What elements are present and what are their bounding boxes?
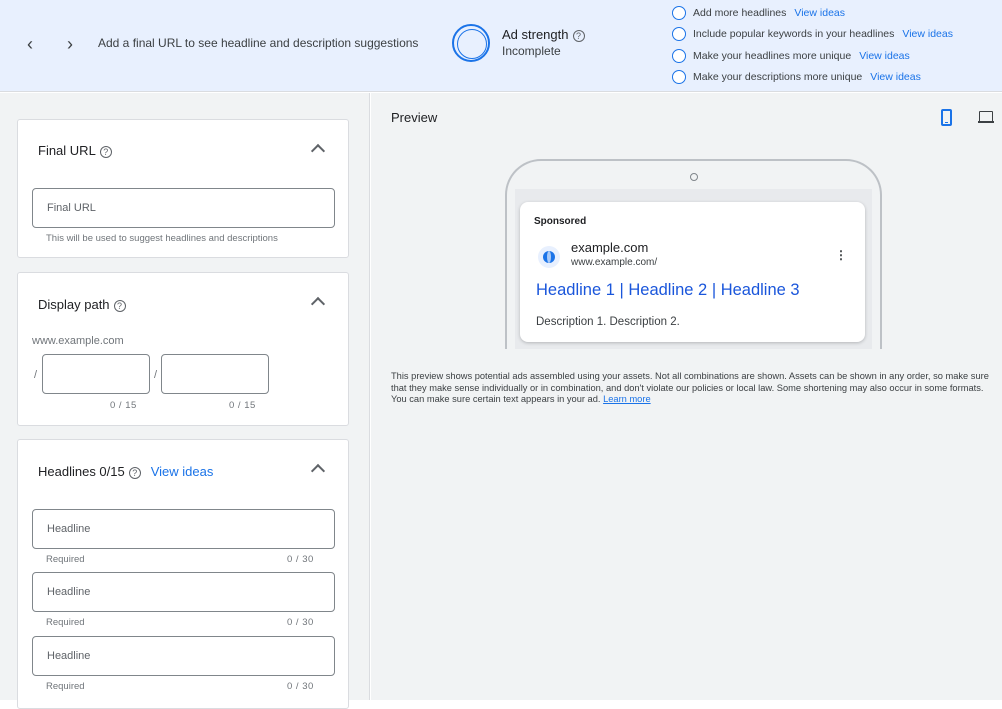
sponsored-label: Sponsored <box>534 216 587 227</box>
ad-strength-title: Ad strength? <box>502 27 585 42</box>
globe-icon <box>538 246 560 268</box>
view-ideas-link[interactable]: View ideas <box>859 50 910 62</box>
preview-pane: Preview Sponsored example.com www.exampl… <box>371 93 1002 700</box>
phone-screen: Sponsored example.com www.example.com/ ⋮… <box>515 189 872 349</box>
forward-arrow-icon[interactable]: › <box>62 34 78 54</box>
help-icon[interactable]: ? <box>572 29 585 42</box>
path1-counter: 0 / 15 <box>110 400 137 411</box>
help-icon[interactable]: ? <box>113 299 126 312</box>
suggestion-message: Add a final URL to see headline and desc… <box>98 36 419 50</box>
headline-input[interactable]: Headline <box>32 509 335 549</box>
ad-headline[interactable]: Headline 1 | Headline 2 | Headline 3 <box>536 281 800 300</box>
ad-strength-bar: ‹ › Add a final URL to see headline and … <box>0 0 1002 92</box>
display-path-domain: www.example.com <box>32 335 124 347</box>
phone-camera-icon <box>690 173 698 181</box>
tip-item: Add more headlines View ideas <box>672 2 953 24</box>
phone-frame: Sponsored example.com www.example.com/ ⋮… <box>505 159 882 349</box>
path2-counter: 0 / 15 <box>229 400 256 411</box>
radio-icon <box>672 48 686 63</box>
path-separator: / <box>34 369 38 381</box>
tip-item: Make your headlines more unique View ide… <box>672 45 953 67</box>
final-url-hint: This will be used to suggest headlines a… <box>46 233 278 244</box>
ad-preview-card: Sponsored example.com www.example.com/ ⋮… <box>520 202 865 342</box>
path1-input[interactable] <box>42 354 150 394</box>
preview-disclaimer: This preview shows potential ads assembl… <box>391 371 991 406</box>
mobile-preview-icon[interactable] <box>941 109 952 126</box>
tip-item: Make your descriptions more unique View … <box>672 67 953 89</box>
headline-input[interactable]: Headline <box>32 636 335 676</box>
headline-counter: 0 / 30 <box>287 681 314 692</box>
preview-title: Preview <box>391 110 438 125</box>
display-path-label: Display path <box>38 297 110 312</box>
radio-icon <box>672 70 686 85</box>
final-url-title: Final URL? <box>38 143 112 158</box>
radio-icon <box>672 5 686 20</box>
display-path-title: Display path? <box>38 297 126 312</box>
view-ideas-link[interactable]: View ideas <box>902 28 953 40</box>
view-ideas-link[interactable]: View ideas <box>794 7 845 19</box>
required-hint: Required <box>46 681 85 692</box>
ad-strength-ring <box>452 24 490 62</box>
required-hint: Required <box>46 617 85 628</box>
headlines-label: Headlines 0/15 <box>38 464 125 479</box>
final-url-label: Final URL <box>38 143 96 158</box>
ad-strength-status: Incomplete <box>502 44 561 58</box>
tip-item: Include popular keywords in your headlin… <box>672 24 953 46</box>
collapse-chevron-icon[interactable] <box>310 460 326 476</box>
collapse-chevron-icon[interactable] <box>310 293 326 309</box>
required-hint: Required <box>46 554 85 565</box>
ad-strength-tips: Add more headlines View ideas Include po… <box>672 2 953 88</box>
display-path-card: Display path? www.example.com / / 0 / 15… <box>17 272 349 426</box>
tip-text: Add more headlines <box>693 6 787 19</box>
view-ideas-link[interactable]: View ideas <box>870 71 921 83</box>
final-url-card: Final URL? Final URL This will be used t… <box>17 119 349 258</box>
disclaimer-text: This preview shows potential ads assembl… <box>391 371 989 405</box>
tip-text: Include popular keywords in your headlin… <box>693 28 895 41</box>
headline-counter: 0 / 30 <box>287 617 314 628</box>
headlines-card: Headlines 0/15? View ideas Headline Requi… <box>17 439 349 709</box>
path-separator: / <box>154 369 158 381</box>
view-ideas-link[interactable]: View ideas <box>151 464 214 479</box>
final-url-input[interactable]: Final URL <box>32 188 335 228</box>
help-icon[interactable]: ? <box>99 145 112 158</box>
ad-domain: example.com <box>571 240 649 255</box>
headlines-title: Headlines 0/15? View ideas <box>38 464 213 479</box>
ad-strength-label: Ad strength <box>502 27 569 42</box>
more-options-icon[interactable]: ⋮ <box>835 248 847 262</box>
asset-editor-pane: Final URL? Final URL This will be used t… <box>0 93 370 709</box>
help-icon[interactable]: ? <box>128 466 141 479</box>
learn-more-link[interactable]: Learn more <box>603 394 651 404</box>
radio-icon <box>672 27 686 42</box>
tip-text: Make your descriptions more unique <box>693 71 863 84</box>
ad-url: www.example.com/ <box>571 257 658 268</box>
back-arrow-icon[interactable]: ‹ <box>22 34 38 54</box>
collapse-chevron-icon[interactable] <box>310 140 326 156</box>
tip-text: Make your headlines more unique <box>693 49 852 62</box>
headline-counter: 0 / 30 <box>287 554 314 565</box>
headline-input[interactable]: Headline <box>32 572 335 612</box>
desktop-preview-icon[interactable] <box>978 111 994 123</box>
path2-input[interactable] <box>161 354 269 394</box>
ad-description: Description 1. Description 2. <box>536 316 680 328</box>
